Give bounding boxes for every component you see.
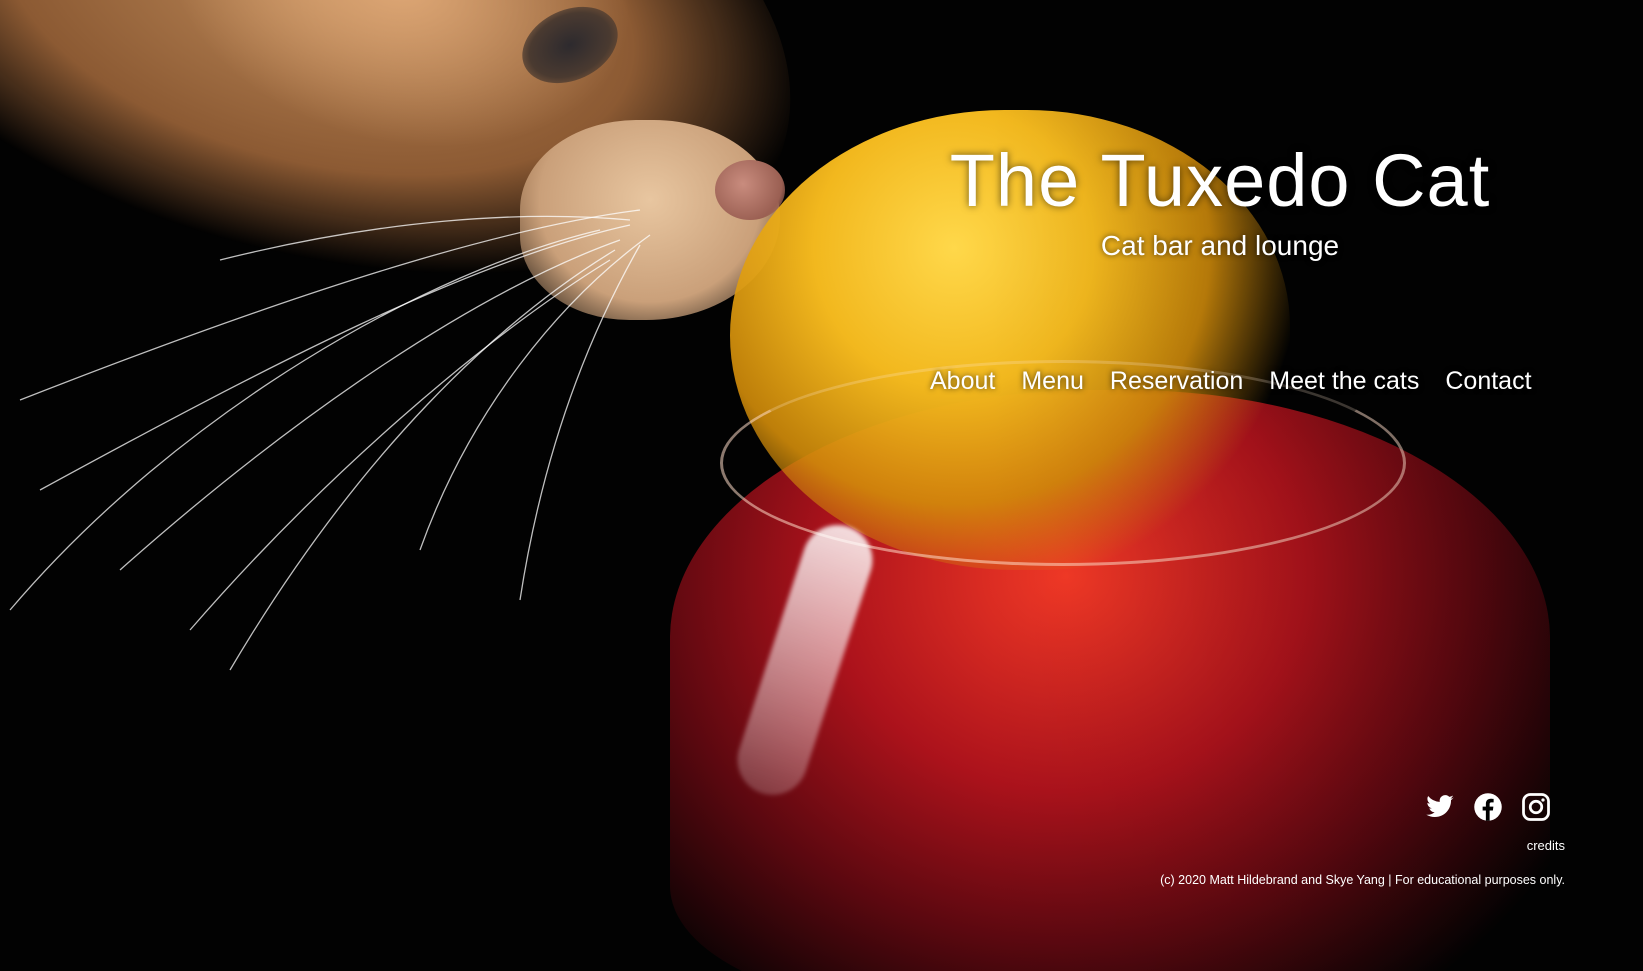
- facebook-link[interactable]: [1473, 792, 1503, 822]
- nav-menu[interactable]: Menu: [1021, 367, 1084, 396]
- nav-reservation[interactable]: Reservation: [1110, 367, 1243, 396]
- twitter-link[interactable]: [1425, 792, 1455, 822]
- nav-about[interactable]: About: [930, 367, 995, 396]
- main-nav: About Menu Reservation Meet the cats Con…: [930, 367, 1532, 396]
- credits-link[interactable]: credits: [1527, 838, 1565, 853]
- instagram-icon: [1522, 793, 1550, 821]
- twitter-icon: [1426, 795, 1454, 818]
- page: The Tuxedo Cat Cat bar and lounge About …: [0, 0, 1643, 971]
- nav-contact[interactable]: Contact: [1445, 367, 1531, 396]
- facebook-icon: [1474, 793, 1502, 821]
- copyright-text: (c) 2020 Matt Hildebrand and Skye Yang |…: [1160, 873, 1565, 887]
- instagram-link[interactable]: [1521, 792, 1551, 822]
- site-title: The Tuxedo Cat: [949, 139, 1491, 222]
- site-subtitle: Cat bar and lounge: [1100, 230, 1340, 261]
- nav-meet-the-cats[interactable]: Meet the cats: [1269, 367, 1419, 396]
- social-links: [1425, 792, 1551, 822]
